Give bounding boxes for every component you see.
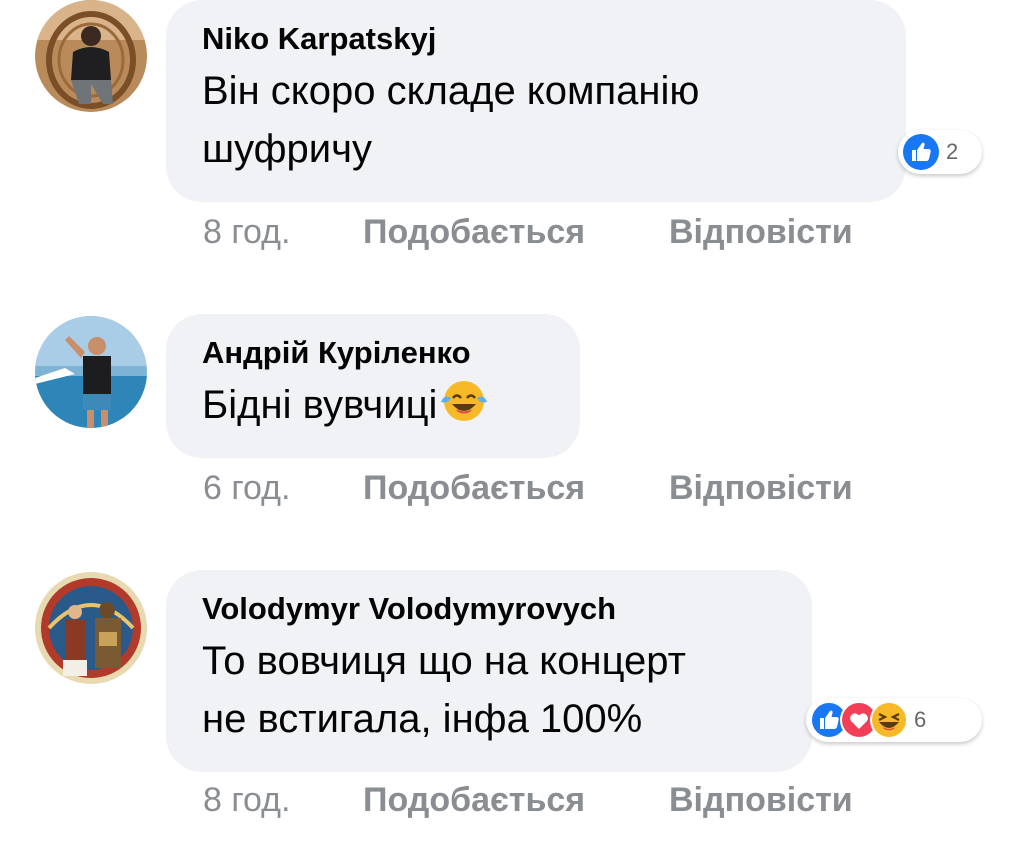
- like-icon: [903, 134, 939, 170]
- comment-author[interactable]: Андрій Куріленко: [202, 334, 544, 372]
- comment-meta: 8 год. Подобається Відповісти: [203, 210, 853, 254]
- haha-icon: [870, 701, 908, 739]
- comment-meta: 6 год. Подобається Відповісти: [203, 466, 853, 510]
- comment-bubble: Niko Karpatskyj Він скоро складе компані…: [166, 0, 906, 202]
- comment-text: То вовчиця що на концерт не встигала, ін…: [202, 632, 776, 748]
- laughing-crying-emoji: [441, 381, 488, 421]
- comment-text: Бідні вувчиці: [202, 376, 544, 434]
- comment-time[interactable]: 8 год.: [203, 781, 363, 820]
- comment-text-line: шуфричу: [202, 127, 372, 171]
- comment-author[interactable]: Volodymyr Volodymyrovych: [202, 590, 776, 628]
- comment-author[interactable]: Niko Karpatskyj: [202, 20, 870, 58]
- comment-text-fragment: Бідні вувчиці: [202, 383, 438, 427]
- comment-bubble: Андрій Куріленко Бідні вувчиці: [166, 314, 580, 458]
- comment-text-line: То вовчиця що на концерт: [202, 639, 686, 683]
- reply-link[interactable]: Відповісти: [669, 213, 853, 252]
- reply-link[interactable]: Відповісти: [669, 781, 853, 820]
- comments-list: Niko Karpatskyj Він скоро складе компані…: [0, 0, 1024, 848]
- avatar[interactable]: [35, 572, 147, 684]
- avatar[interactable]: [35, 0, 147, 112]
- like-link[interactable]: Подобається: [363, 469, 669, 508]
- reaction-count: 2: [946, 139, 959, 164]
- comment-time[interactable]: 6 год.: [203, 469, 363, 508]
- comment-bubble: Volodymyr Volodymyrovych То вовчиця що н…: [166, 570, 812, 772]
- reactions-summary[interactable]: 2: [898, 130, 982, 174]
- like-link[interactable]: Подобається: [363, 213, 669, 252]
- comment-text-line: не встигала, інфа 100%: [202, 697, 643, 741]
- like-link[interactable]: Подобається: [363, 781, 669, 820]
- comment-text-line: Він скоро складе компанію: [202, 69, 700, 113]
- comment-text: Він скоро складе компанію шуфричу: [202, 62, 870, 178]
- comment-text-line: Бідні вувчиці: [202, 376, 544, 434]
- avatar[interactable]: [35, 316, 147, 428]
- comment-time[interactable]: 8 год.: [203, 213, 363, 252]
- reactions-summary[interactable]: 6: [806, 698, 982, 742]
- reply-link[interactable]: Відповісти: [669, 469, 853, 508]
- reaction-count: 6: [914, 707, 927, 732]
- comment-meta: 8 год. Подобається Відповісти: [203, 778, 853, 822]
